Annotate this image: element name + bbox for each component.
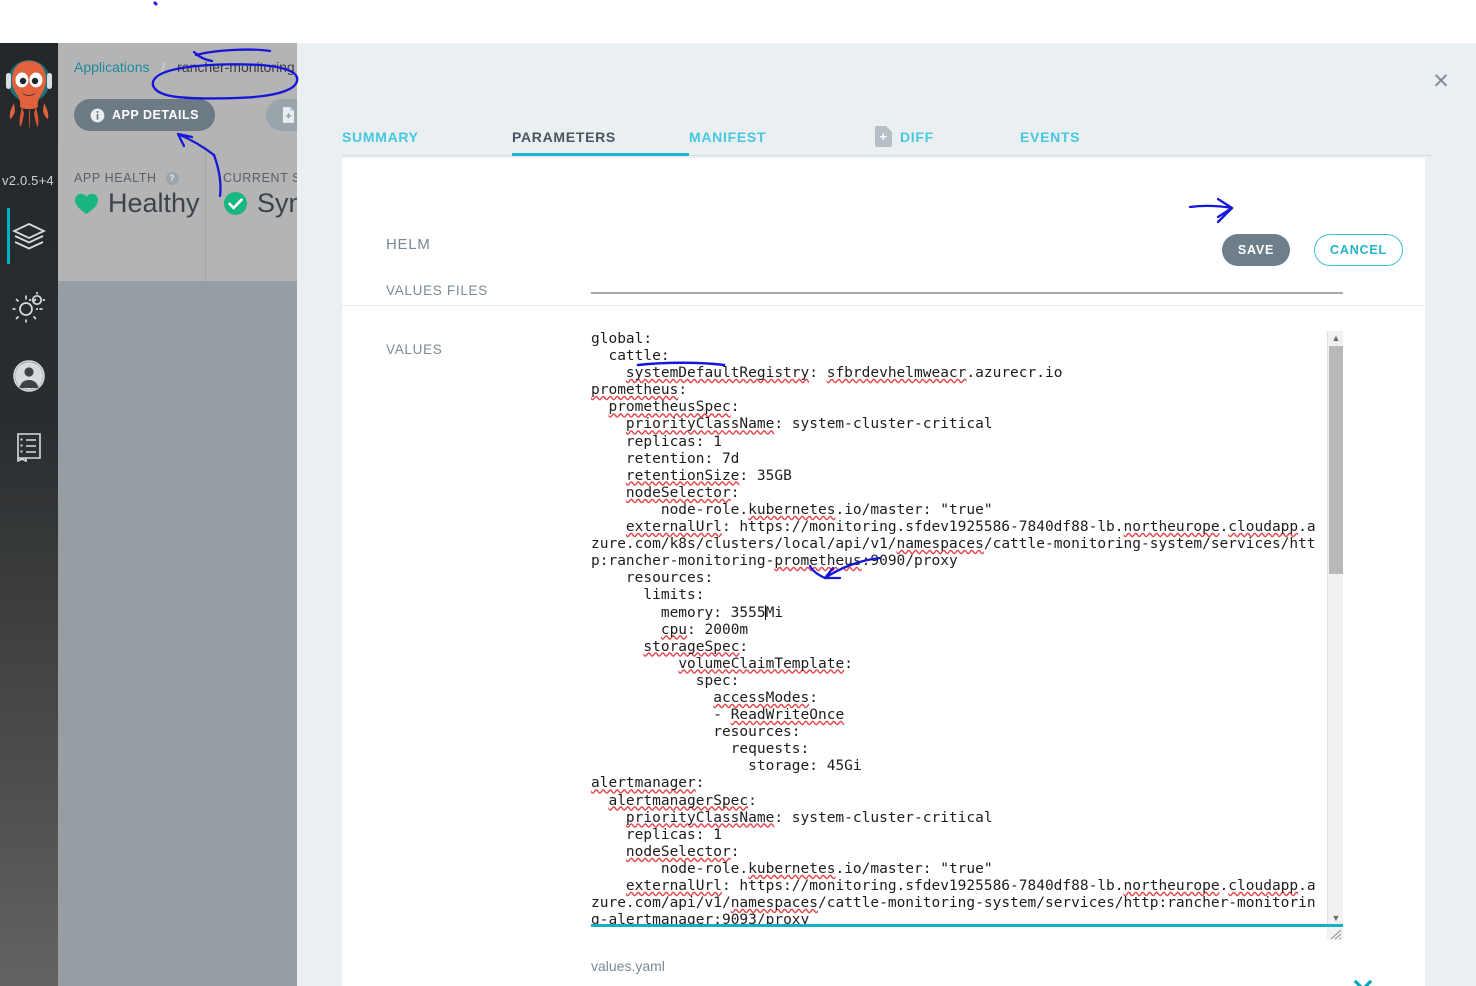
sidebar-item-settings[interactable] <box>0 278 58 336</box>
values-yaml-text[interactable]: global: cattle: systemDefaultRegistry: s… <box>591 331 1324 926</box>
scrollbar-thumb[interactable] <box>1329 346 1343 574</box>
parameters-slide-panel: ✕ SUMMARY PARAMETERS MANIFEST DIFF EVENT… <box>297 43 1476 986</box>
tab-label: MANIFEST <box>689 128 767 145</box>
sidebar-item-documentation[interactable] <box>0 418 58 476</box>
breadcrumb-applications[interactable]: Applications <box>74 59 150 75</box>
tab-label: DIFF <box>900 128 934 145</box>
editor-resize-grip[interactable] <box>1327 927 1343 940</box>
sidebar-item-applications[interactable] <box>0 208 58 266</box>
breadcrumb-current: rancher-monitoring <box>177 59 295 75</box>
screenshot-root: v2.0.5+4 Applications / rancher-monitori… <box>0 0 1476 986</box>
info-circle-icon <box>90 108 105 122</box>
section-divider <box>342 305 1425 306</box>
breadcrumb-separator: / <box>161 59 166 75</box>
editor-scrollbar[interactable]: ▲ ▼ <box>1327 331 1343 926</box>
tab-label: PARAMETERS <box>512 128 616 145</box>
argo-octopus-logo[interactable] <box>6 55 52 131</box>
values-files-label: VALUES FILES <box>386 283 488 298</box>
gears-settings-icon <box>0 278 58 336</box>
save-button[interactable]: SAVE <box>1222 234 1290 266</box>
file-diff-icon <box>282 107 295 123</box>
scroll-up-arrow[interactable]: ▲ <box>1328 331 1343 346</box>
section-title-helm: HELM <box>386 236 431 253</box>
values-file-name: values.yaml <box>591 958 665 974</box>
sidebar-item-user-info[interactable] <box>0 347 58 405</box>
tab-summary[interactable]: SUMMARY <box>342 111 512 156</box>
tab-label: SUMMARY <box>342 128 419 145</box>
heart-icon <box>75 193 98 214</box>
stacked-layers-icon <box>0 208 58 266</box>
cancel-button[interactable]: CANCEL <box>1314 234 1403 266</box>
check-circle-icon <box>224 192 247 215</box>
status-card-label: APP HEALTH ? <box>74 171 179 186</box>
ink-stray-dot <box>153 1 158 6</box>
left-sidebar: v2.0.5+4 <box>0 43 58 986</box>
chevron-down-icon[interactable] <box>1353 979 1373 986</box>
user-avatar-icon <box>0 347 58 405</box>
panel-tab-bar: SUMMARY PARAMETERS MANIFEST DIFF EVENTS <box>342 111 1432 156</box>
values-yaml-editor[interactable]: global: cattle: systemDefaultRegistry: s… <box>591 331 1343 926</box>
app-details-label: APP DETAILS <box>112 108 199 122</box>
documentation-book-icon <box>0 418 58 476</box>
editor-focus-underline <box>591 924 1343 927</box>
file-plus-icon <box>875 126 892 147</box>
status-card-app-health: APP HEALTH ? Healthy <box>58 146 206 281</box>
app-health-value: Healthy <box>108 188 200 218</box>
tab-diff[interactable]: DIFF <box>875 111 1020 156</box>
argo-version-label: v2.0.5+4 <box>2 173 54 188</box>
values-files-input[interactable] <box>591 292 1343 294</box>
tab-label: EVENTS <box>1020 128 1081 145</box>
question-circle-icon[interactable]: ? <box>165 172 179 186</box>
status-card-value: Healthy <box>74 188 200 219</box>
tab-events[interactable]: EVENTS <box>1020 111 1170 156</box>
tab-parameters[interactable]: PARAMETERS <box>512 111 689 156</box>
values-label: VALUES <box>386 342 443 357</box>
close-icon[interactable]: ✕ <box>1430 71 1452 93</box>
app-details-button[interactable]: APP DETAILS <box>74 99 215 131</box>
helm-parameters-sheet: HELM SAVE CANCEL VALUES FILES VALUES glo… <box>342 158 1425 986</box>
app-health-label: APP HEALTH <box>74 171 157 185</box>
breadcrumb: Applications / rancher-monitoring <box>74 59 295 75</box>
tab-manifest[interactable]: MANIFEST <box>689 111 875 156</box>
